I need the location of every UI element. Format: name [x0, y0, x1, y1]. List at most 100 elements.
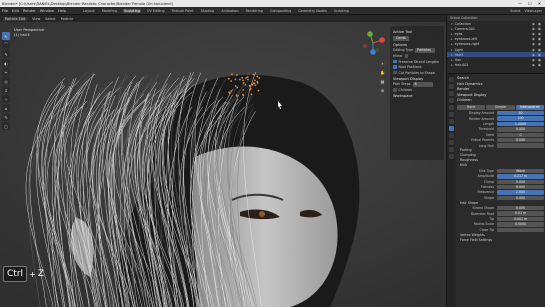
property-field[interactable]: 100 [497, 116, 544, 121]
viewlayer-selector[interactable]: ViewLayer [525, 9, 543, 13]
maximize-button[interactable]: ☐ [528, 1, 532, 6]
world-tab-icon[interactable] [448, 105, 454, 110]
children-checkbox[interactable] [393, 88, 397, 92]
puff-tool-button[interactable]: ⇕ [2, 86, 10, 94]
property-field[interactable]: 0.000 [497, 179, 544, 184]
property-field[interactable]: 0.217 m [497, 174, 544, 179]
visibility-icon[interactable]: ◉ ▣ [532, 42, 545, 46]
visibility-icon[interactable]: ◉ ▣ [532, 22, 545, 26]
menu-select[interactable]: Select [45, 17, 55, 21]
property-field[interactable]: 0.0000 [497, 222, 544, 227]
brush-selector[interactable]: Comb [393, 35, 409, 41]
tab-animation[interactable]: Animation [220, 9, 239, 13]
menu-edit[interactable]: Edit [12, 9, 19, 13]
visibility-icon[interactable]: ◉ ▣ [532, 63, 545, 67]
viewport-display-header[interactable]: Viewport Display [393, 77, 441, 81]
close-button[interactable]: ✕ [538, 1, 541, 6]
visibility-icon[interactable]: ◉ ▣ [532, 53, 545, 57]
visibility-icon[interactable]: ◉ ▣ [532, 27, 545, 31]
camera-view-icon[interactable]: ▦ [379, 78, 386, 85]
smooth-tool-button[interactable]: ✎ [2, 50, 10, 58]
property-field[interactable] [497, 143, 544, 148]
scene-tab-icon[interactable] [448, 98, 454, 103]
visibility-icon[interactable]: ◉ ▣ [532, 37, 545, 41]
expand-icon[interactable]: ▸ [451, 32, 453, 36]
menu-file[interactable]: File [2, 9, 8, 13]
object-tab-icon[interactable] [448, 112, 454, 117]
tab-sculpting[interactable]: Sculpting [123, 8, 141, 13]
3d-viewport[interactable]: ↖ ⌒ ✎ ◐ ✂ ◎ ⇕ ✧ ⌀ ✎ ▢ User Perspective (… [0, 22, 446, 307]
editing-type-dropdown[interactable]: Particles [415, 48, 436, 53]
select-tool-button[interactable]: ↖ [2, 32, 10, 40]
y-axis-icon[interactable] [367, 31, 373, 37]
particles-tab-icon[interactable] [448, 126, 454, 131]
children-mode-none[interactable]: None [457, 104, 486, 110]
tab-shading[interactable]: Shading [200, 9, 216, 13]
property-field[interactable]: 0 [497, 132, 544, 137]
children-header[interactable]: Children [457, 98, 544, 104]
measure-tool-button[interactable]: ⌀ [2, 104, 10, 112]
property-field[interactable]: 0.000 [497, 195, 544, 201]
data-tab-icon[interactable] [448, 147, 454, 152]
expand-icon[interactable]: ▸ [451, 48, 453, 52]
mode-selector[interactable]: Particle Edit [3, 16, 28, 21]
active-tool-header[interactable]: Active Tool [393, 30, 441, 34]
add-tool-button[interactable]: ◐ [2, 59, 10, 67]
expand-icon[interactable]: ▸ [451, 58, 453, 62]
children-mode-simple[interactable]: Simple [486, 104, 515, 110]
force-field-section[interactable]: Force Field Settings [457, 238, 544, 243]
minimize-button[interactable]: — [518, 1, 522, 6]
options-header[interactable]: Options [393, 43, 441, 47]
expand-icon[interactable]: ▸ [451, 37, 453, 41]
property-field[interactable]: 2.000 [497, 190, 544, 195]
annotate-tool-button[interactable]: ✎ [2, 113, 10, 121]
tab-modeling[interactable]: Modeling [101, 9, 118, 13]
expand-icon[interactable]: ▾ [451, 22, 453, 26]
cut-tool-button[interactable]: ✂ [2, 68, 10, 76]
property-field[interactable]: 0.000 [497, 137, 544, 143]
menu-help[interactable]: Help [58, 9, 66, 13]
modifier-tab-icon[interactable] [448, 119, 454, 124]
property-field[interactable]: 0.000 [497, 206, 544, 211]
tab-uv-editing[interactable]: UV Editing [146, 9, 166, 13]
mirror-checkbox[interactable] [404, 54, 409, 58]
property-field[interactable] [497, 227, 544, 233]
render-tab-icon[interactable] [448, 84, 454, 89]
tab-texture-paint[interactable]: Texture Paint [171, 9, 195, 13]
expand-icon[interactable]: ▸ [451, 42, 453, 46]
visibility-icon[interactable]: ◉ ▣ [532, 48, 545, 52]
tab-scripting[interactable]: Scripting [333, 9, 350, 13]
expand-icon[interactable]: ▸ [451, 63, 453, 67]
menu-render[interactable]: Render [23, 9, 36, 13]
property-field[interactable]: 0.000 [497, 127, 544, 132]
tab-geometry-nodes[interactable]: Geometry Nodes [297, 9, 328, 13]
property-field[interactable]: 0.001 m [497, 216, 544, 222]
length-tool-button[interactable]: ◎ [2, 77, 10, 85]
tab-rendering[interactable]: Rendering [245, 9, 264, 13]
preserve-strand-checkbox[interactable] [393, 59, 397, 64]
expand-icon[interactable]: ▸ [451, 53, 453, 57]
menu-particle[interactable]: Particle [61, 17, 74, 21]
navigation-gizmo[interactable] [360, 30, 386, 56]
tab-layout[interactable]: Layout [82, 9, 96, 13]
menu-view[interactable]: View [32, 17, 40, 21]
root-positions-checkbox[interactable] [393, 65, 397, 69]
comb-tool-button[interactable]: ⌒ [2, 41, 10, 49]
output-tab-icon[interactable] [448, 91, 454, 96]
material-tab-icon[interactable] [448, 154, 454, 159]
property-field[interactable]: 0.01 m [497, 211, 544, 216]
tool-tab-icon[interactable] [448, 77, 454, 82]
cut-particles-checkbox[interactable] [393, 70, 397, 75]
property-field[interactable]: 50 [497, 111, 544, 116]
menu-window[interactable]: Window [40, 9, 54, 13]
kink-type-dropdown[interactable]: Wave [497, 168, 544, 174]
workspace-header[interactable]: Workspace [393, 94, 441, 98]
transform-tool-button[interactable]: ▢ [2, 122, 10, 130]
scene-selector[interactable]: Scene [510, 9, 520, 13]
x-axis-icon[interactable] [379, 37, 385, 43]
weight-tool-button[interactable]: ✧ [2, 95, 10, 103]
property-field[interactable]: 0.000 [497, 184, 544, 190]
physics-tab-icon[interactable] [448, 133, 454, 138]
visibility-icon[interactable]: ◉ ▣ [532, 58, 545, 62]
property-field[interactable]: 1.0000 [497, 121, 544, 127]
